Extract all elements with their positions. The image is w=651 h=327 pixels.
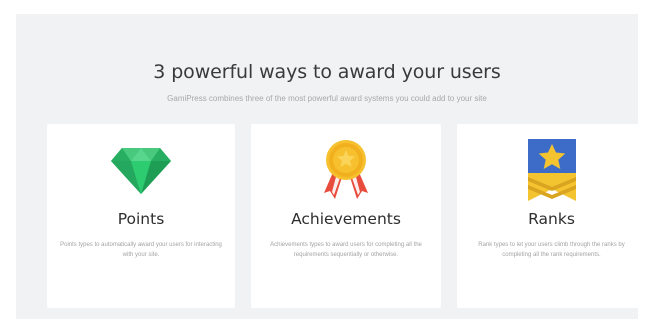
card-description: Rank types to let your users climb throu… (478, 242, 625, 258)
features-section: 3 powerful ways to award your users Gami… (16, 14, 646, 319)
card-description: Points types to automatically award your… (60, 242, 222, 258)
card-title: Ranks (528, 210, 575, 228)
card-description: Achievements types to award users for co… (270, 242, 422, 258)
card-title: Achievements (291, 210, 401, 228)
ranks-card: Ranks Rank types to let your users climb… (457, 124, 646, 308)
gem-icon (111, 148, 171, 199)
points-card: Points Points types to automatically awa… (47, 124, 235, 308)
section-subtitle: GamiPress combines three of the most pow… (167, 94, 487, 103)
card-title: Points (117, 210, 165, 228)
rank-badge-icon (527, 139, 576, 206)
medal-icon (321, 140, 371, 205)
achievements-card: Achievements Achievements types to award… (251, 124, 441, 308)
section-title: 3 powerful ways to award your users (153, 61, 501, 83)
